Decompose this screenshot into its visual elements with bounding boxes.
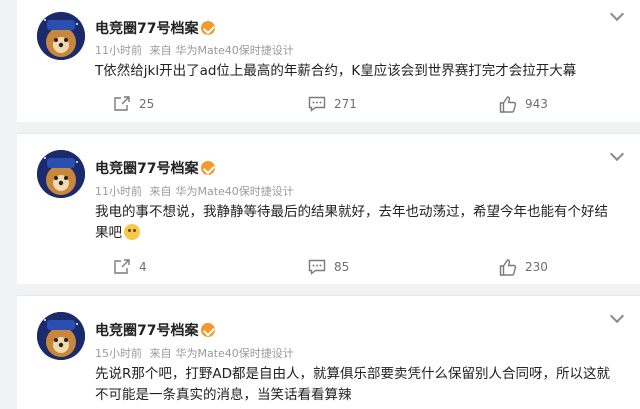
weibo-feed: 电竞圈77号档案 11小时前 来自 华为Mate40保时捷设计 T依然给jkl开出… <box>17 0 640 409</box>
post-actions: 4 85 230 <box>17 257 640 277</box>
author-name[interactable]: 电竞圈77号档案 <box>95 158 216 178</box>
vip-badge-icon <box>201 323 216 337</box>
post-text-line: 我电的事不想说，我静静等待最后的结果就好，去年也动荡过，希望今年也能有个好结 <box>95 204 608 220</box>
post-card: 电竞圈77号档案 11小时前 来自 华为Mate40保时捷设计 T依然给jkl开出… <box>17 0 640 122</box>
post-source[interactable]: 华为Mate40保时捷设计 <box>176 347 294 360</box>
source-prefix: 来自 <box>149 347 172 360</box>
vip-badge-icon <box>201 161 216 175</box>
comment-count: 271 <box>334 97 357 111</box>
post-time[interactable]: 11小时前 <box>95 44 142 57</box>
thumbs-up-icon <box>499 258 517 276</box>
author-name-text[interactable]: 电竞圈77号档案 <box>95 323 198 339</box>
comment-icon <box>308 259 326 275</box>
chevron-down-icon[interactable] <box>609 146 625 162</box>
like-count: 230 <box>525 260 548 274</box>
post-meta: 11小时前 来自 华为Mate40保时捷设计 <box>95 183 298 199</box>
avatar[interactable] <box>37 312 85 360</box>
repost-icon <box>114 259 130 274</box>
like-count: 943 <box>525 97 548 111</box>
post-text: T依然给jkl开出了ad位上最高的年薪合约，K皇应该会到世界赛打完才会拉开大幕 <box>95 61 625 82</box>
author-name-text[interactable]: 电竞圈77号档案 <box>95 161 198 177</box>
post-text-line: 先说R那个吧，打野AD都是自由人，就算俱乐部要卖凭什么保留别人合同呀，所以这就 <box>95 366 611 382</box>
post-card: 电竞圈77号档案 15小时前 来自 华为Mate40保时捷设计 先说R那个吧，打野… <box>17 295 640 409</box>
post-time[interactable]: 11小时前 <box>95 185 142 198</box>
like-button[interactable]: 943 <box>499 94 548 114</box>
source-prefix: 来自 <box>149 185 172 198</box>
chevron-down-icon[interactable] <box>609 308 625 324</box>
repost-count: 25 <box>139 97 155 111</box>
like-button[interactable]: 230 <box>499 257 548 277</box>
repost-count: 4 <box>139 260 147 274</box>
post-meta: 15小时前 来自 华为Mate40保时捷设计 <box>95 345 298 361</box>
repost-button[interactable]: 25 <box>113 94 154 114</box>
repost-icon <box>114 96 130 111</box>
author-name[interactable]: 电竞圈77号档案 <box>95 320 216 340</box>
post-time[interactable]: 15小时前 <box>95 347 142 360</box>
author-name[interactable]: 电竞圈77号档案 <box>95 18 216 38</box>
repost-button[interactable]: 4 <box>113 257 147 277</box>
comment-button[interactable]: 271 <box>308 94 357 114</box>
post-text-line: 果吧 <box>95 223 625 244</box>
post-text-fragment: 果吧 <box>95 225 122 241</box>
post-meta: 11小时前 来自 华为Mate40保时捷设计 <box>95 42 298 58</box>
comment-icon <box>308 96 326 112</box>
comment-count: 85 <box>334 260 350 274</box>
post-text: 先说R那个吧，打野AD都是自由人，就算俱乐部要卖凭什么保留别人合同呀，所以这就 … <box>95 364 625 406</box>
post-text-content: T依然给jkl开出了ad位上最高的年薪合约，K皇应该会到世界赛打完才会拉开大幕 <box>95 63 577 79</box>
post-card: 电竞圈77号档案 11小时前 来自 华为Mate40保时捷设计 我电的事不想说，我… <box>17 133 640 284</box>
avatar[interactable] <box>37 150 85 198</box>
vip-badge-icon <box>201 21 216 35</box>
thumbs-up-icon <box>499 95 517 113</box>
source-prefix: 来自 <box>149 44 172 57</box>
post-text: 我电的事不想说，我静静等待最后的结果就好，去年也动荡过，希望今年也能有个好结 果… <box>95 202 625 244</box>
post-source[interactable]: 华为Mate40保时捷设计 <box>176 44 294 57</box>
comment-button[interactable]: 85 <box>308 257 349 277</box>
post-text-line: 不可能是一条真实的消息，当笑话看看算辣 <box>95 387 352 403</box>
chevron-down-icon[interactable] <box>609 6 625 22</box>
sad-face-emoji-icon <box>124 224 140 240</box>
author-name-text[interactable]: 电竞圈77号档案 <box>95 21 198 37</box>
avatar[interactable] <box>37 12 85 60</box>
post-source[interactable]: 华为Mate40保时捷设计 <box>176 185 294 198</box>
post-actions: 25 271 943 <box>17 94 640 114</box>
